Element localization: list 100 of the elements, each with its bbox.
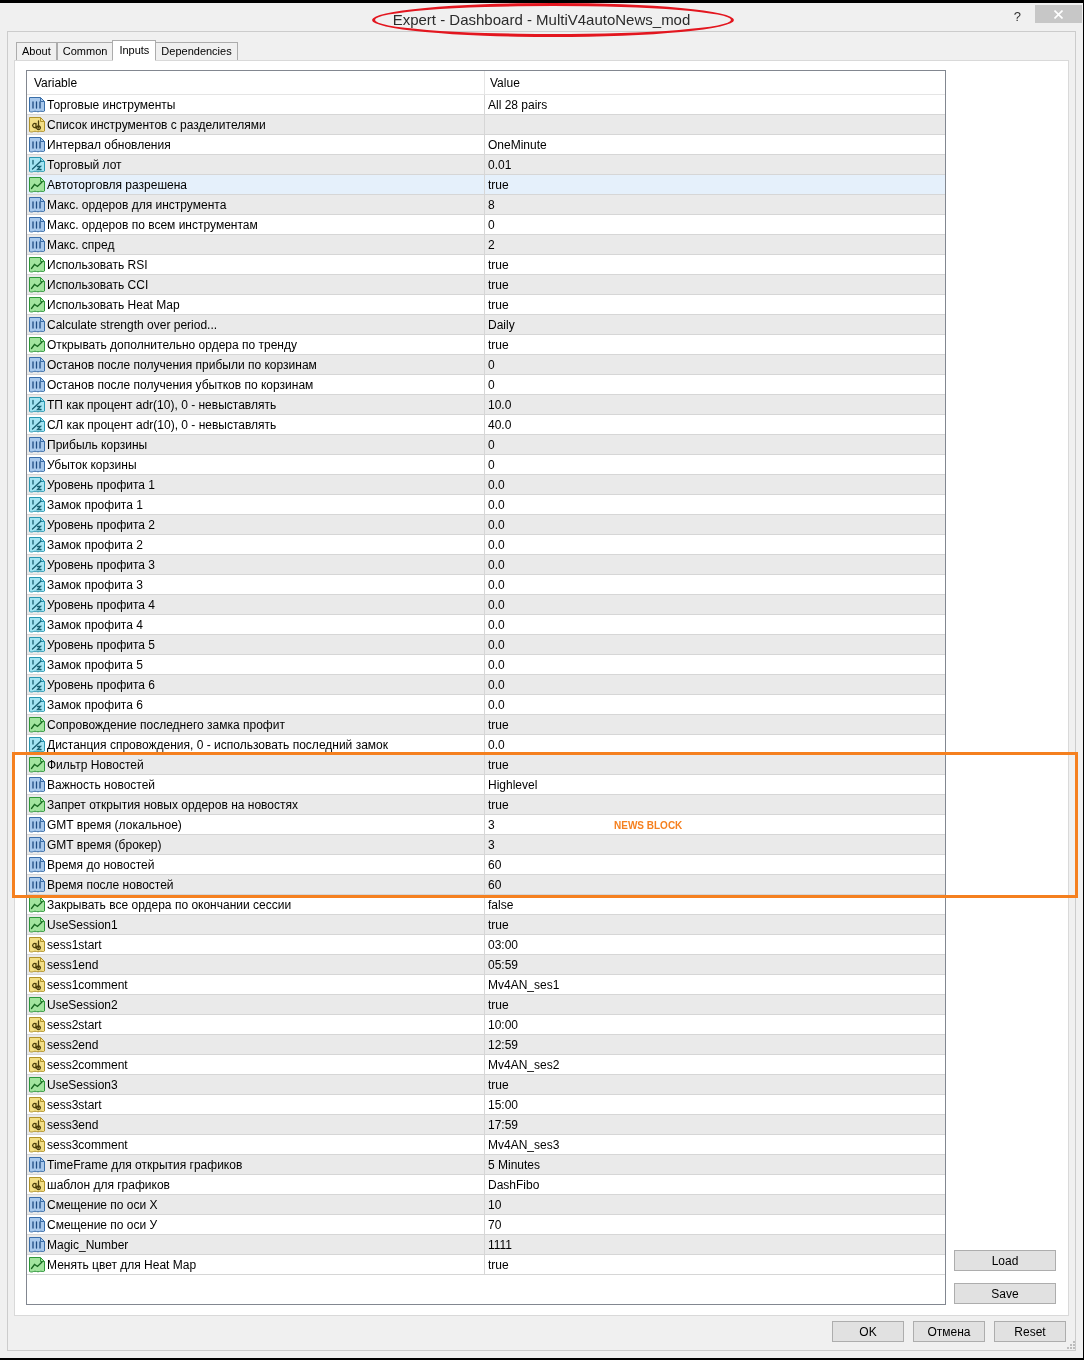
- table-row[interactable]: sess3end 17:59: [27, 1115, 945, 1135]
- table-row[interactable]: Использовать CCI true: [27, 275, 945, 295]
- number-icon: [29, 376, 45, 393]
- number-icon: [29, 776, 45, 793]
- table-row[interactable]: sess1start 03:00: [27, 935, 945, 955]
- table-row[interactable]: GMT время (брокер) 3: [27, 835, 945, 855]
- variable-name: Уровень профита 4: [47, 596, 156, 614]
- table-row[interactable]: Смещение по оси X 10: [27, 1195, 945, 1215]
- variable-name: Замок профита 1: [47, 496, 143, 514]
- variable-name: Фильтр Новостей: [47, 756, 144, 774]
- table-row[interactable]: Замок профита 5 0.0: [27, 655, 945, 675]
- table-row[interactable]: sess2start 10:00: [27, 1015, 945, 1035]
- table-row[interactable]: Макс. ордеров для инструмента 8: [27, 195, 945, 215]
- table-row[interactable]: sess1end 05:59: [27, 955, 945, 975]
- table-row[interactable]: Запрет открытия новых ордеров на новостях true: [27, 795, 945, 815]
- table-row[interactable]: Торговые инструменты All 28 pairs: [27, 95, 945, 115]
- table-row[interactable]: Сопровождение последнего замка профит true: [27, 715, 945, 735]
- dialog-button[interactable]: OK: [832, 1321, 904, 1342]
- column-header[interactable]: Variable: [34, 73, 78, 92]
- table-row[interactable]: UseSession3 true: [27, 1075, 945, 1095]
- table-row[interactable]: UseSession2 true: [27, 995, 945, 1015]
- table-row[interactable]: Замок профита 1 0.0: [27, 495, 945, 515]
- table-row[interactable]: Останов после получения убытков по корзинам 0: [27, 375, 945, 395]
- table-row[interactable]: Использовать Heat Map true: [27, 295, 945, 315]
- text-icon: [29, 956, 45, 973]
- variable-name: Время до новостей: [47, 856, 155, 874]
- value-text: 0.0: [488, 656, 505, 674]
- table-row[interactable]: СЛ как процент adr(10), 0 - невыставлять 40.0: [27, 415, 945, 435]
- fraction-icon: [29, 576, 45, 593]
- table-row[interactable]: Замок профита 6 0.0: [27, 695, 945, 715]
- resize-grip-icon[interactable]: [1067, 1341, 1075, 1349]
- variable-name: UseSession3: [47, 1076, 118, 1094]
- table-row[interactable]: Важность новостей Highlevel: [27, 775, 945, 795]
- table-row[interactable]: sess3start 15:00: [27, 1095, 945, 1115]
- table-row[interactable]: Останов после получения прибыли по корзинам 0: [27, 355, 945, 375]
- side-button[interactable]: Load: [954, 1250, 1056, 1271]
- table-row[interactable]: Убыток корзины 0: [27, 455, 945, 475]
- table-row[interactable]: Замок профита 3 0.0: [27, 575, 945, 595]
- value-text: 0: [488, 436, 495, 454]
- help-button[interactable]: ?: [1011, 10, 1023, 23]
- table-row[interactable]: Время после новостей 60: [27, 875, 945, 895]
- tab[interactable]: Dependencies: [155, 42, 238, 60]
- table-row[interactable]: Фильтр Новостей true: [27, 755, 945, 775]
- table-row[interactable]: Менять цвет для Heat Map true: [27, 1255, 945, 1275]
- variable-name: Открывать дополнительно ордера по тренду: [47, 336, 297, 354]
- tab[interactable]: Common: [56, 42, 114, 60]
- fraction-icon: [29, 156, 45, 173]
- variable-name: шаблон для графиков: [47, 1176, 170, 1194]
- line-graph-icon: [29, 1256, 45, 1273]
- table-row[interactable]: sess3comment Mv4AN_ses3: [27, 1135, 945, 1155]
- table-row[interactable]: Время до новостей 60: [27, 855, 945, 875]
- value-text: true: [488, 276, 509, 294]
- table-row[interactable]: Автоторговля разрешена true: [27, 175, 945, 195]
- table-row[interactable]: Уровень профита 4 0.0: [27, 595, 945, 615]
- table-row[interactable]: Уровень профита 3 0.0: [27, 555, 945, 575]
- tab[interactable]: About: [16, 42, 57, 60]
- value-text: 5 Minutes: [488, 1156, 541, 1174]
- close-button[interactable]: [1035, 5, 1082, 23]
- table-row[interactable]: Торговый лот 0.01: [27, 155, 945, 175]
- text-icon: [29, 1096, 45, 1113]
- table-row[interactable]: Интервал обновления OneMinute: [27, 135, 945, 155]
- table-row[interactable]: Открывать дополнительно ордера по тренду true: [27, 335, 945, 355]
- table-row[interactable]: Calculate strength over period... Daily: [27, 315, 945, 335]
- number-icon: [29, 316, 45, 333]
- table-row[interactable]: sess2comment Mv4AN_ses2: [27, 1055, 945, 1075]
- table-row[interactable]: Использовать RSI true: [27, 255, 945, 275]
- table-row[interactable]: Прибыль корзины 0: [27, 435, 945, 455]
- table-row[interactable]: Смещение по оси У 70: [27, 1215, 945, 1235]
- fraction-icon: [29, 596, 45, 613]
- line-graph-icon: [29, 176, 45, 193]
- dialog-button[interactable]: Отмена: [913, 1321, 985, 1342]
- table-row[interactable]: Magic_Number 1111: [27, 1235, 945, 1255]
- value-text: 0.0: [488, 556, 505, 574]
- table-row[interactable]: Уровень профита 6 0.0: [27, 675, 945, 695]
- table-row[interactable]: TimeFrame для открытия графиков 5 Minutes: [27, 1155, 945, 1175]
- dialog-button[interactable]: Reset: [994, 1321, 1066, 1342]
- table-row[interactable]: шаблон для графиков DashFibo: [27, 1175, 945, 1195]
- variable-name: Закрывать все ордера по окончании сессии: [47, 896, 292, 914]
- table-row[interactable]: UseSession1 true: [27, 915, 945, 935]
- number-icon: [29, 196, 45, 213]
- fraction-icon: [29, 696, 45, 713]
- table-row[interactable]: Макс. спред 2: [27, 235, 945, 255]
- column-header[interactable]: Value: [490, 73, 520, 92]
- number-icon: [29, 356, 45, 373]
- side-button[interactable]: Save: [954, 1283, 1056, 1304]
- table-row[interactable]: Уровень профита 5 0.0: [27, 635, 945, 655]
- tab[interactable]: Inputs: [112, 40, 157, 61]
- table-row[interactable]: ТП как процент adr(10), 0 - невыставлять 10.0: [27, 395, 945, 415]
- table-row[interactable]: sess1comment Mv4AN_ses1: [27, 975, 945, 995]
- table-row[interactable]: Замок профита 2 0.0: [27, 535, 945, 555]
- table-row[interactable]: Макс. ордеров по всем инструментам 0: [27, 215, 945, 235]
- table-row[interactable]: Уровень профита 1 0.0: [27, 475, 945, 495]
- variable-name: Уровень профита 2: [47, 516, 156, 534]
- value-text: true: [488, 1076, 509, 1094]
- table-row[interactable]: Уровень профита 2 0.0: [27, 515, 945, 535]
- table-row[interactable]: sess2end 12:59: [27, 1035, 945, 1055]
- variable-name: Автоторговля разрешена: [47, 176, 187, 194]
- table-row[interactable]: Замок профита 4 0.0: [27, 615, 945, 635]
- table-row[interactable]: Список инструментов с разделителями: [27, 115, 945, 135]
- number-icon: [29, 96, 45, 113]
